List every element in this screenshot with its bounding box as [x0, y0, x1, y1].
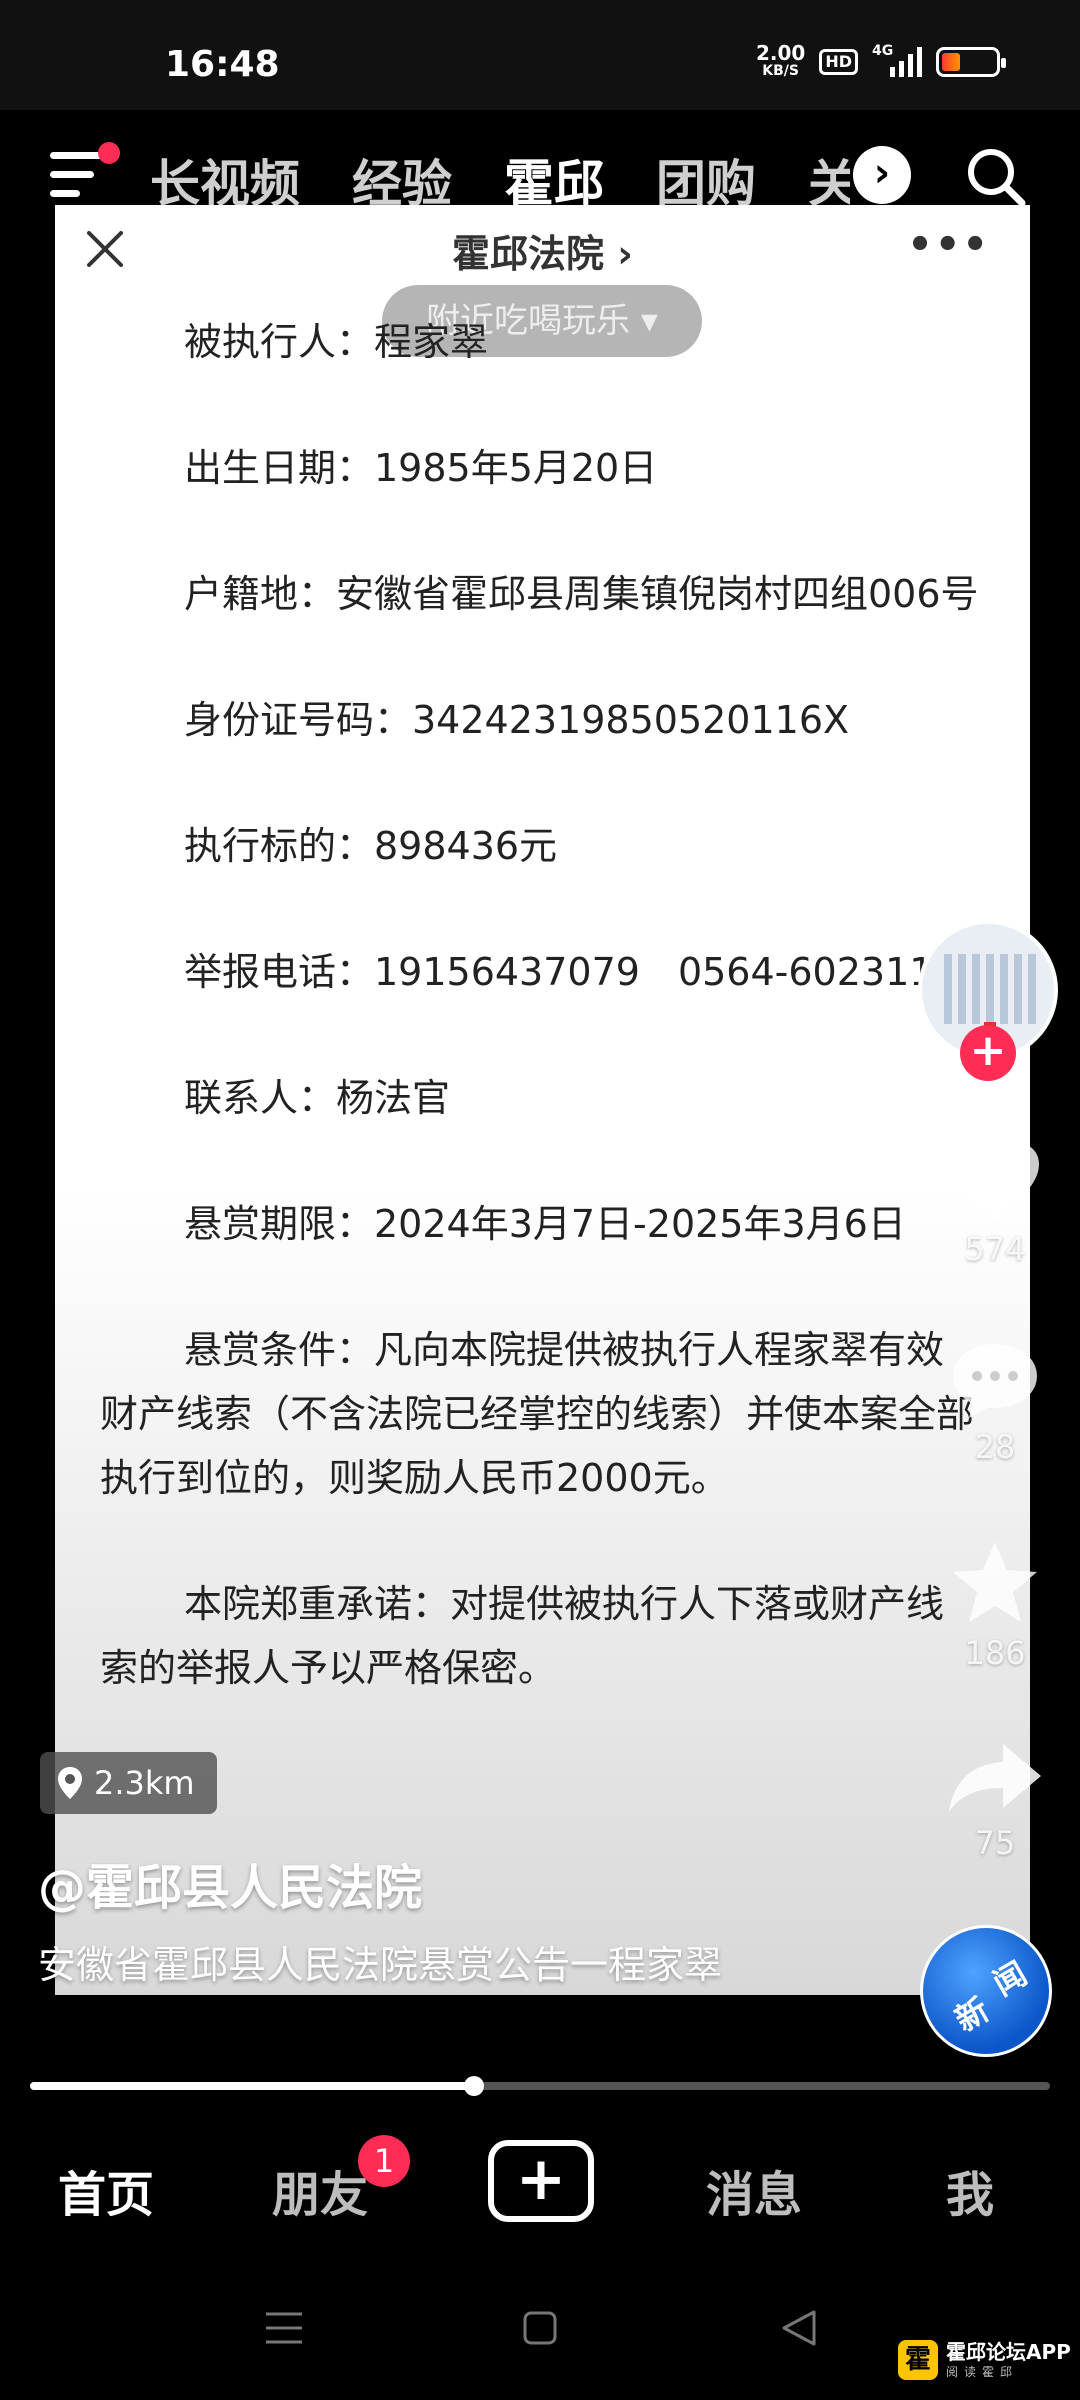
news-badge[interactable]: 新 闻 [920, 1925, 1052, 2057]
network-speed: 2.00 KB/S [756, 43, 805, 80]
like-count: 574 [964, 1230, 1026, 1268]
battery-level [942, 53, 961, 71]
video-progress-bar[interactable] [30, 2076, 1050, 2096]
create-button[interactable]: + [488, 2140, 594, 2222]
heart-icon [951, 1142, 1039, 1220]
video-source-title[interactable]: 霍邱法院 › [55, 223, 1030, 278]
favorite-button[interactable]: 186 [935, 1538, 1055, 1672]
progress-fill [30, 2082, 474, 2090]
follow-button[interactable]: + [960, 1025, 1016, 1081]
notice-paragraph: 出生日期：1985年5月20日 [184, 446, 658, 490]
author-name[interactable]: @霍邱县人民法院 [38, 1848, 422, 1918]
forum-tagline: 阅读霍邱 [946, 2364, 1019, 2379]
share-count: 75 [974, 1824, 1016, 1862]
progress-handle[interactable] [463, 2076, 484, 2096]
forum-logo: 霍 [898, 2340, 938, 2380]
signal-icon: 4G [872, 43, 922, 77]
building-image [944, 954, 1036, 1024]
news-badge-char-2: 闻 [986, 1954, 1034, 2004]
comment-count: 28 [974, 1428, 1016, 1466]
notification-dot [98, 142, 120, 164]
hd-icon: HD [819, 49, 858, 75]
favorite-count: 186 [964, 1634, 1026, 1672]
notice-paragraph: 悬赏期限：2024年3月7日-2025年3月6日 [184, 1202, 906, 1246]
like-button[interactable]: 574 [935, 1138, 1055, 1268]
menu-icon[interactable] [50, 142, 120, 200]
location-distance: 2.3km [94, 1764, 195, 1802]
recents-menu-icon[interactable] [264, 2310, 304, 2346]
clock: 16:48 [165, 44, 280, 85]
notice-paragraph: 举报电话：19156437079 0564-6023113 [184, 950, 958, 994]
location-pin-icon [58, 1767, 82, 1799]
notice-paragraph: 被执行人：程家翠 [184, 320, 489, 364]
network-type: 4G [872, 43, 894, 59]
share-button[interactable]: 75 [935, 1738, 1055, 1862]
star-icon [953, 1542, 1037, 1622]
news-badge-char-1: 新 [948, 1990, 996, 2040]
forum-name: 霍邱论坛APP [946, 2339, 1071, 2364]
comment-button[interactable]: 28 [935, 1338, 1055, 1466]
notice-paragraph: 执行标的：898436元 [184, 824, 558, 868]
search-icon[interactable] [965, 146, 1027, 208]
status-icons: 2.00 KB/S HD 4G [756, 43, 1006, 80]
video-description[interactable]: 安徽省霍邱县人民法院悬赏公告一程家翠 [38, 1935, 818, 1995]
back-triangle-icon[interactable] [780, 2308, 818, 2348]
video-player[interactable]: 霍邱法院 › ••• 附近吃喝玩乐 ▾ 被执行人：程家翠 出生日期：1985年5月… [55, 205, 1030, 1995]
network-speed-unit: KB/S [762, 63, 799, 79]
notice-paragraph: 户籍地：安徽省霍邱县周集镇倪岗村四组006号 [184, 572, 979, 616]
comment-icon [953, 1344, 1037, 1418]
bottom-nav: 首页 朋友 1 + 消息 我 [0, 2110, 1080, 2260]
chevron-right-icon[interactable]: › [853, 146, 911, 204]
forum-watermark: 霍 霍邱论坛APP 阅读霍邱 [898, 2340, 1071, 2380]
notice-paragraph: 联系人：杨法官 [184, 1076, 451, 1120]
more-options-icon[interactable]: ••• [907, 225, 990, 265]
battery-icon [936, 47, 1006, 77]
notice-paragraph: 身份证号码：34242319850520116X [184, 698, 850, 742]
notice-paragraph: 本院郑重承诺：对提供被执行人下落或财产线索的举报人予以严格保密。 [100, 1582, 945, 1690]
share-icon [949, 1744, 1041, 1812]
tab-messages[interactable]: 消息 [706, 2155, 802, 2225]
tab-home[interactable]: 首页 [58, 2155, 154, 2225]
notice-document: 被执行人：程家翠出生日期：1985年5月20日户籍地：安徽省霍邱县周集镇倪岗村四… [100, 310, 980, 1762]
tab-me[interactable]: 我 [946, 2155, 994, 2225]
status-bar: 16:48 2.00 KB/S HD 4G [0, 0, 1080, 110]
notice-paragraph: 悬赏条件：凡向本院提供被执行人程家翠有效财产线索（不含法院已经掌控的线索）并使本… [100, 1328, 975, 1500]
tab-friends[interactable]: 朋友 [272, 2155, 368, 2225]
location-chip[interactable]: 2.3km [40, 1752, 217, 1814]
friends-badge: 1 [358, 2135, 410, 2187]
home-square-icon[interactable] [522, 2310, 558, 2346]
